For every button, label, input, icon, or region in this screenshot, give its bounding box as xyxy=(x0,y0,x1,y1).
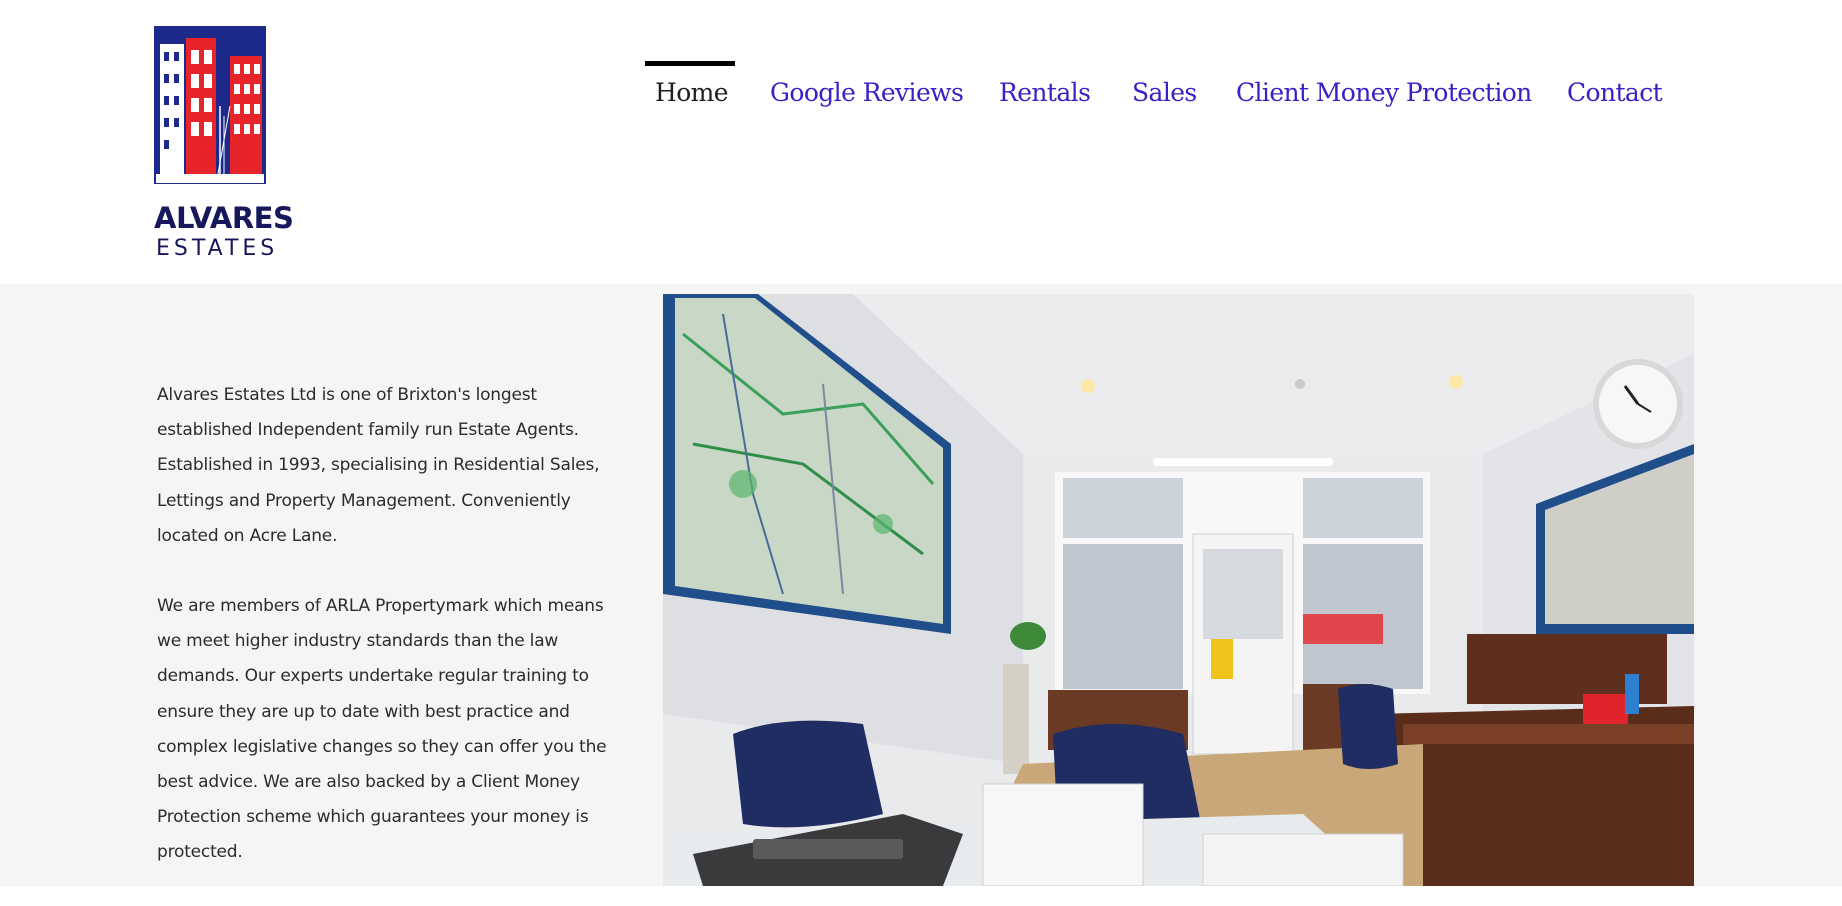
nav-contact[interactable]: Contact xyxy=(1567,80,1663,105)
site-header: ALVARES ESTATES Home Google Reviews Rent… xyxy=(0,0,1842,284)
about-text: Alvares Estates Ltd is one of Brixton's … xyxy=(157,378,607,906)
office-photo xyxy=(663,294,1694,886)
main-section: Alvares Estates Ltd is one of Brixton's … xyxy=(0,284,1842,886)
logo-wordmark-estates: ESTATES xyxy=(156,236,279,261)
active-tab-indicator xyxy=(645,61,735,66)
nav-rentals[interactable]: Rentals xyxy=(999,80,1091,105)
about-paragraph-2: We are members of ARLA Propertymark whic… xyxy=(157,596,607,863)
nav-sales[interactable]: Sales xyxy=(1132,80,1197,105)
nav-home[interactable]: Home xyxy=(655,80,729,105)
nav-client-money-protection[interactable]: Client Money Protection xyxy=(1236,80,1532,105)
office-interior-image xyxy=(663,294,1694,886)
nav-google-reviews[interactable]: Google Reviews xyxy=(770,80,964,105)
logo[interactable]: ALVARES ESTATES xyxy=(154,26,294,262)
about-paragraph-1: Alvares Estates Ltd is one of Brixton's … xyxy=(157,385,600,546)
logo-wordmark-alvares: ALVARES xyxy=(154,201,294,235)
building-logo-icon xyxy=(154,26,266,184)
